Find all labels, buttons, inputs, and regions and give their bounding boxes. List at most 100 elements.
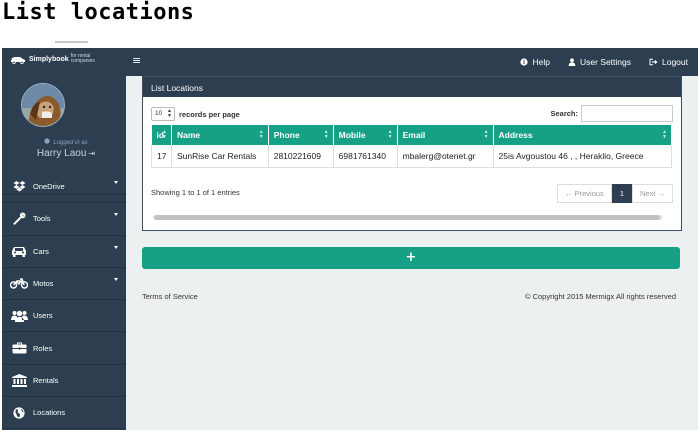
sort-icon: ▲ ▼ [387,129,393,140]
sidebar-item-label: Tools [33,214,51,224]
sidebar-item-cars[interactable]: Cars [2,236,126,268]
select-arrows-icon: ▲ ▼ [167,108,172,119]
cell-email: mbalerg@otenet.gr [397,145,494,168]
user-name: Harry Laou ⇥ [2,148,126,159]
brand-subtitle: for rental companies [70,53,95,64]
page-1-button[interactable]: 1 [611,184,632,203]
page-heading: List locations [2,0,195,25]
sort-icon: ▲ ▼ [258,129,264,140]
caret-down-icon [114,213,118,217]
records-per-page: 10 ▲ ▼ records per page [151,107,240,121]
column-header-name[interactable]: Name ▲ ▼ [171,125,269,145]
user-settings-label: User Settings [579,57,631,67]
records-per-page-label: records per page [179,109,240,119]
avatar[interactable] [21,83,65,127]
sign-out-icon [649,58,658,66]
column-header-label: Mobile [338,130,366,140]
sidebar-item-label: Roles [33,343,53,353]
locations-table: id ▲ ▼ Name ▲ ▼ Phone ▲ ▼ Mobile ▲ ▼ Email ▲ ▼ Add… [151,125,673,168]
table-row[interactable]: 17 SunRise Car Rentals 2810221609 698176… [151,145,673,168]
topbar: Simplybook for rental companies ≡ Help U… [2,48,698,76]
logged-in-label: Logged in as [53,140,88,146]
panel-title: List Locations [143,77,681,97]
caret-down-icon [114,181,118,184]
dropbox-icon [10,180,28,194]
sidebar: Logged in as Harry Laou⇥ OneDrive Tools [2,76,126,430]
sort-icon: ▲ ▼ [162,129,167,140]
sidebar-item-label: OneDrive [33,182,65,192]
logout-link[interactable]: Logout [649,57,688,67]
table-info: Showing 1 to 1 of 1 entries [151,188,240,197]
terms-of-service-link[interactable]: Terms of Service [142,292,198,301]
search-box: Search: [550,105,673,122]
logout-label: Logout [662,57,688,67]
scrollbar-thumb[interactable] [154,215,660,220]
sidebar-item-locations[interactable]: Locations [2,397,126,430]
users-icon [10,309,28,323]
sidebar-item-onedrive[interactable]: OneDrive [2,171,126,204]
cell-address: 25is Avgoustou 46 , , Heraklio, Greece [493,145,673,168]
briefcase-icon [10,341,28,355]
bank-icon [10,373,28,387]
sidebar-logout-icon[interactable]: ⇥ [88,149,95,158]
page-length-value: 10 [155,110,163,117]
info-icon [520,58,529,66]
car-logo-icon [10,55,26,64]
motorcycle-icon [10,277,28,291]
sidebar-item-tools[interactable]: Tools [2,203,126,236]
user-settings-link[interactable]: User Settings [568,57,631,67]
column-header-email[interactable]: Email ▲ ▼ [397,125,494,145]
user-icon [568,58,576,66]
sidebar-item-label: Cars [33,246,49,256]
next-page-button[interactable]: Next → [631,184,673,203]
column-header-phone[interactable]: Phone ▲ ▼ [268,125,334,145]
sidebar-item-roles[interactable]: Roles [2,332,126,365]
horizontal-scrollbar[interactable] [153,215,663,220]
sidebar-item-label: Locations [33,408,66,418]
sidebar-item-users[interactable]: Users [2,300,126,333]
page-length-select[interactable]: 10 ▲ ▼ [151,107,175,121]
heading-underline [55,41,88,43]
user-check-icon [44,138,50,144]
user-name-label: Harry Laou [36,148,87,159]
brand-name: Simplybook [29,55,69,63]
sort-icon: ▲ ▼ [662,129,667,140]
app-window: Simplybook for rental companies ≡ Help U… [2,48,698,430]
column-header-label: Email [402,130,426,140]
car-icon [10,244,28,258]
previous-page-button[interactable]: ← Previous [557,184,612,203]
sidebar-item-label: Rentals [33,375,59,385]
search-label: Search: [550,109,578,118]
sidebar-menu: OneDrive Tools Cars Motos Users Roles Re… [2,171,126,430]
sort-icon: ▲ ▼ [323,129,329,140]
add-location-button[interactable]: + [142,247,680,269]
caret-down-icon [114,277,118,281]
column-header-address[interactable]: Address ▲ ▼ [493,125,673,145]
globe-icon [10,406,28,420]
cell-name: SunRise Car Rentals [171,145,269,168]
pagination: ← Previous 1 Next → [557,184,673,203]
sidebar-item-label: Users [33,311,53,321]
cell-mobile: 6981761340 [333,145,398,168]
logged-in-caption: Logged in as [2,138,126,146]
cell-id: 17 [151,145,172,168]
top-nav: Help User Settings Logout [520,48,688,76]
wrench-icon [10,212,28,226]
sidebar-item-rentals[interactable]: Rentals [2,365,126,398]
column-header-label: Address [498,130,533,140]
column-header-label: Phone [273,130,300,140]
help-link[interactable]: Help [520,57,550,67]
sidebar-item-motos[interactable]: Motos [2,268,126,301]
brand-logo[interactable]: Simplybook for rental companies [10,54,101,64]
cell-phone: 2810221609 [268,145,334,168]
copyright-text: © Copyright 2015 Mermigx All rights rese… [524,292,676,301]
locations-panel: List Locations 10 ▲ ▼ records per page Se… [142,76,682,231]
column-header-label: Name [176,130,201,140]
caret-down-icon [114,245,118,249]
column-header-id[interactable]: id ▲ ▼ [151,125,172,145]
column-header-mobile[interactable]: Mobile ▲ ▼ [333,125,398,145]
menu-toggle-icon[interactable]: ≡ [132,54,141,67]
search-input[interactable] [581,105,673,122]
table-header-row: id ▲ ▼ Name ▲ ▼ Phone ▲ ▼ Mobile ▲ ▼ Email ▲ ▼ Add… [151,125,673,145]
help-label: Help [532,57,550,67]
